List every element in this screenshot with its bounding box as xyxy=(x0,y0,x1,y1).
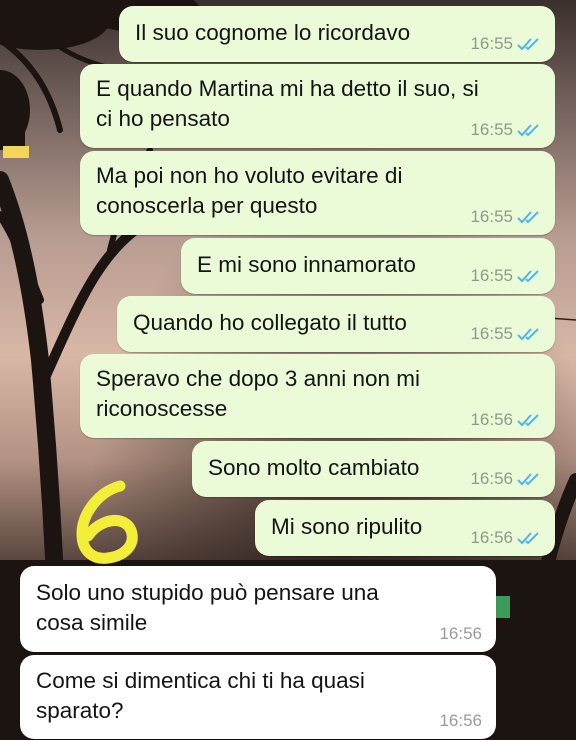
double-check-icon xyxy=(517,123,541,137)
message-bubble-outgoing[interactable]: Quando ho collegato il tutto 16:55 xyxy=(117,296,555,352)
message-text: E quando Martina mi ha detto il suo, si … xyxy=(96,76,479,131)
message-meta: 16:56 xyxy=(439,624,482,644)
double-check-icon xyxy=(517,327,541,341)
message-bubble-outgoing[interactable]: Il suo cognome lo ricordavo 16:55 xyxy=(119,6,555,62)
message-text: Ma poi non ho voluto evitare di conoscer… xyxy=(96,163,403,218)
message-meta: 16:56 xyxy=(470,528,541,548)
message-meta: 16:56 xyxy=(439,711,482,731)
double-check-icon xyxy=(517,531,541,545)
message-bubble-outgoing[interactable]: E quando Martina mi ha detto il suo, si … xyxy=(80,64,555,148)
message-meta: 16:55 xyxy=(470,120,541,140)
message-time: 16:56 xyxy=(439,624,482,643)
message-text: Speravo che dopo 3 anni non mi riconosce… xyxy=(96,366,420,421)
message-time: 16:55 xyxy=(470,120,513,139)
message-time: 16:55 xyxy=(470,34,513,53)
double-check-icon xyxy=(517,37,541,51)
message-text: Quando ho collegato il tutto xyxy=(133,310,407,335)
double-check-icon xyxy=(517,210,541,224)
message-time: 16:56 xyxy=(439,711,482,730)
message-text: Sono molto cambiato xyxy=(208,455,420,480)
message-text: Come si dimentica chi ti ha quasi sparat… xyxy=(36,668,365,723)
double-check-icon xyxy=(517,472,541,486)
message-bubble-incoming[interactable]: Come si dimentica chi ti ha quasi sparat… xyxy=(20,655,496,739)
message-text: E mi sono innamorato xyxy=(197,252,416,277)
message-time: 16:56 xyxy=(470,528,513,547)
message-meta: 16:55 xyxy=(470,207,541,227)
message-bubble-outgoing[interactable]: Ma poi non ho voluto evitare di conoscer… xyxy=(80,151,555,235)
message-bubble-outgoing[interactable]: Sono molto cambiato 16:56 xyxy=(192,441,555,497)
double-check-icon xyxy=(517,269,541,283)
message-meta: 16:55 xyxy=(470,34,541,54)
message-meta: 16:56 xyxy=(470,410,541,430)
message-time: 16:55 xyxy=(470,266,513,285)
message-time: 16:55 xyxy=(470,324,513,343)
message-meta: 16:55 xyxy=(470,324,541,344)
message-meta: 16:55 xyxy=(470,266,541,286)
message-text: Il suo cognome lo ricordavo xyxy=(135,20,411,45)
message-meta: 16:56 xyxy=(470,469,541,489)
message-time: 16:56 xyxy=(470,469,513,488)
message-bubble-incoming[interactable]: Solo uno stupido può pensare una cosa si… xyxy=(20,566,496,652)
message-bubble-outgoing[interactable]: Speravo che dopo 3 anni non mi riconosce… xyxy=(80,354,555,438)
message-bubble-outgoing[interactable]: Mi sono ripulito 16:56 xyxy=(255,500,555,556)
six-annotation-icon xyxy=(76,480,138,564)
message-time: 16:56 xyxy=(470,410,513,429)
message-time: 16:55 xyxy=(470,207,513,226)
double-check-icon xyxy=(517,413,541,427)
message-text: Solo uno stupido può pensare una cosa si… xyxy=(36,580,379,635)
message-text: Mi sono ripulito xyxy=(271,514,423,539)
message-bubble-outgoing[interactable]: E mi sono innamorato 16:55 xyxy=(181,238,555,294)
